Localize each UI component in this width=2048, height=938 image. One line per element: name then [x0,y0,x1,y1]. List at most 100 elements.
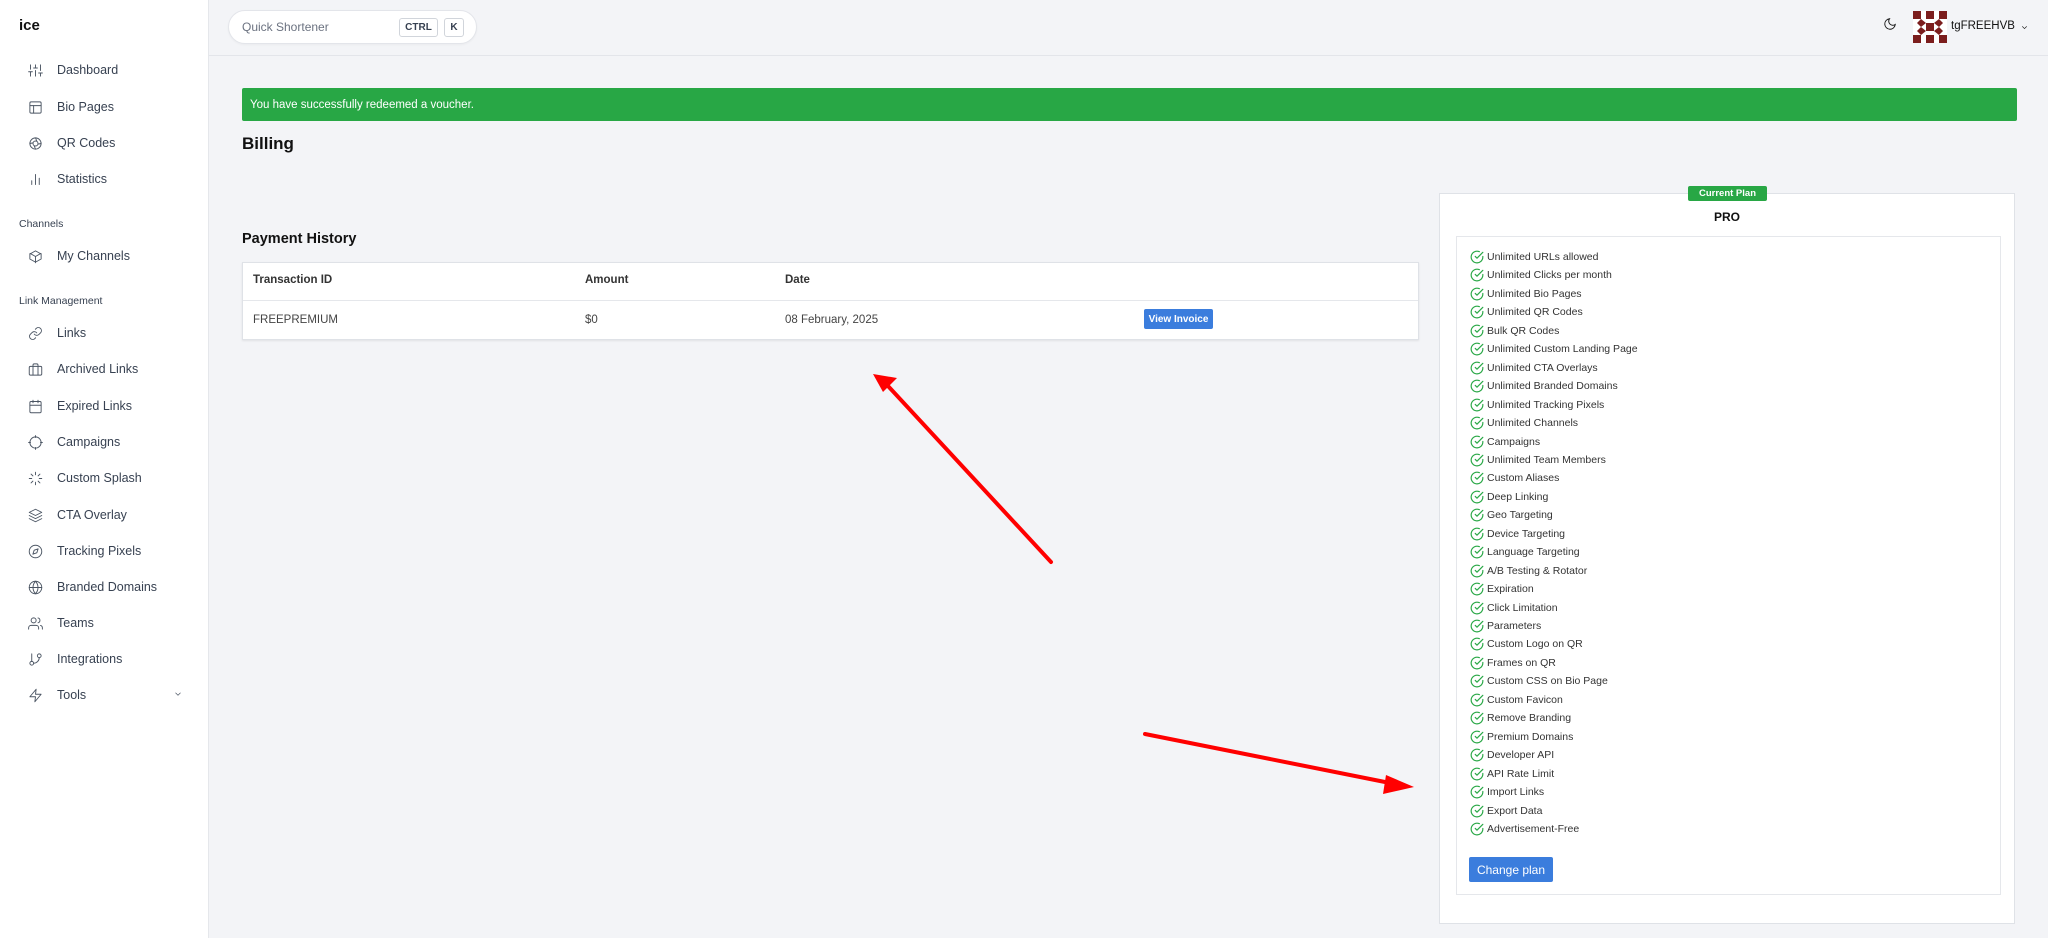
sidebar-item-expired-links[interactable]: Expired Links [0,388,209,424]
sidebar-item-label: Teams [57,616,94,630]
sidebar-item-cta-overlay[interactable]: CTA Overlay [0,497,209,533]
loader-icon [27,470,43,486]
plan-feature-item: Device Targeting [1470,526,1565,542]
feature-label: Unlimited QR Codes [1487,306,1583,319]
sidebar-item-teams[interactable]: Teams [0,605,209,641]
sliders-icon [27,62,43,78]
sidebar-item-custom-splash[interactable]: Custom Splash [0,460,209,496]
username[interactable]: tgFREEHVB [1951,20,2015,32]
sidebar-item-tools[interactable]: Tools [0,677,209,713]
app-logo[interactable]: ice [19,17,40,34]
sidebar-item-integrations[interactable]: Integrations [0,641,209,677]
plan-name: PRO [1713,210,1740,224]
annotation-arrow [1143,732,1414,794]
page-title: Billing [242,134,294,153]
feature-label: Remove Branding [1487,712,1572,725]
check-circle-icon [1470,250,1484,264]
check-circle-icon [1470,748,1484,762]
check-circle-icon [1470,804,1484,818]
sidebar-item-campaigns[interactable]: Campaigns [0,424,209,460]
check-circle-icon [1470,545,1484,559]
feature-label: Deep Linking [1487,490,1549,503]
feature-label: Unlimited Clicks per month [1487,269,1612,282]
sidebar: ice Dashboard Bio Pages QR Codes Statist… [0,0,209,938]
plan-feature-item: API Rate Limit [1470,766,1554,782]
check-circle-icon [1470,822,1484,836]
chevron-down-icon[interactable] [2020,20,2030,30]
feature-label: Unlimited Team Members [1487,453,1606,466]
git-branch-icon [27,651,43,667]
sidebar-item-label: Statistics [57,172,108,186]
view-invoice-button[interactable]: View Invoice [1144,309,1213,329]
quick-shortener-search[interactable]: CTRL K [228,10,477,44]
sidebar-item-my-channels[interactable]: My Channels [0,238,209,274]
sidebar-item-label: Dashboard [57,63,119,77]
qr-icon [27,135,43,151]
plan-feature-item: Frames on QR [1470,655,1556,671]
check-circle-icon [1470,379,1484,393]
feature-label: Language Targeting [1487,546,1580,559]
sidebar-item-label: Campaigns [57,435,121,449]
sidebar-item-label: Bio Pages [57,100,114,114]
annotation-arrow [873,374,1053,564]
plan-feature-item: Developer API [1470,747,1554,763]
sidebar-item-dashboard[interactable]: Dashboard [0,52,209,88]
check-circle-icon [1470,287,1484,301]
check-circle-icon [1470,508,1484,522]
sidebar-item-qr-codes[interactable]: QR Codes [0,125,209,161]
plan-feature-item: Unlimited Clicks per month [1470,267,1612,283]
sidebar-item-archived-links[interactable]: Archived Links [0,351,209,387]
feature-label: Advertisement-Free [1487,822,1580,835]
topbar: CTRL K tgFREEHVB [209,0,2048,56]
column-header-transaction-id: Transaction ID [253,274,333,286]
box-icon [27,248,43,264]
layout-icon [27,99,43,115]
check-circle-icon [1470,601,1484,615]
section-heading-channels: Channels [19,218,64,230]
plan-feature-item: Unlimited Bio Pages [1470,286,1582,302]
sidebar-item-branded-domains[interactable]: Branded Domains [0,569,209,605]
feature-label: Click Limitation [1487,601,1558,614]
sidebar-item-label: Tracking Pixels [57,544,142,558]
avatar[interactable] [1913,11,1947,43]
chevron-down-icon[interactable] [173,688,185,700]
feature-label: Import Links [1487,786,1545,799]
target-icon [27,434,43,450]
sidebar-item-label: Expired Links [57,399,133,413]
feature-label: Unlimited Branded Domains [1487,380,1618,393]
plan-feature-item: Unlimited Channels [1470,415,1578,431]
sidebar-item-tracking-pixels[interactable]: Tracking Pixels [0,533,209,569]
feature-label: Custom Favicon [1487,693,1563,706]
briefcase-icon [27,361,43,377]
globe-icon [27,579,43,595]
sidebar-item-label: QR Codes [57,136,116,150]
feature-label: Premium Domains [1487,730,1574,743]
feature-label: Unlimited Channels [1487,417,1579,430]
plan-feature-item: Language Targeting [1470,544,1580,560]
check-circle-icon [1470,435,1484,449]
feature-label: Custom CSS on Bio Page [1487,675,1608,688]
feature-label: Frames on QR [1487,656,1556,669]
feature-label: Campaigns [1487,435,1541,448]
plan-feature-item: Bulk QR Codes [1470,323,1559,339]
sidebar-item-statistics[interactable]: Statistics [0,161,209,197]
sidebar-item-links[interactable]: Links [0,315,209,351]
plan-feature-item: Unlimited Team Members [1470,452,1606,468]
feature-label: Geo Targeting [1487,509,1553,522]
feature-label: Device Targeting [1487,527,1566,540]
change-plan-button[interactable]: Change plan [1469,857,1553,882]
check-circle-icon [1470,398,1484,412]
sidebar-item-bio-pages[interactable]: Bio Pages [0,89,209,125]
check-circle-icon [1470,730,1484,744]
sidebar-item-label: My Channels [57,249,130,263]
search-input[interactable] [242,18,392,36]
column-header-amount: Amount [585,274,629,286]
plan-feature-item: Unlimited URLs allowed [1470,249,1598,265]
zap-icon [27,687,43,703]
plan-feature-item: Geo Targeting [1470,507,1553,523]
check-circle-icon [1470,416,1484,430]
moon-icon[interactable] [1883,17,1903,37]
plan-feature-item: Campaigns [1470,434,1540,450]
check-circle-icon [1470,453,1484,467]
feature-label: Unlimited CTA Overlays [1487,361,1598,374]
